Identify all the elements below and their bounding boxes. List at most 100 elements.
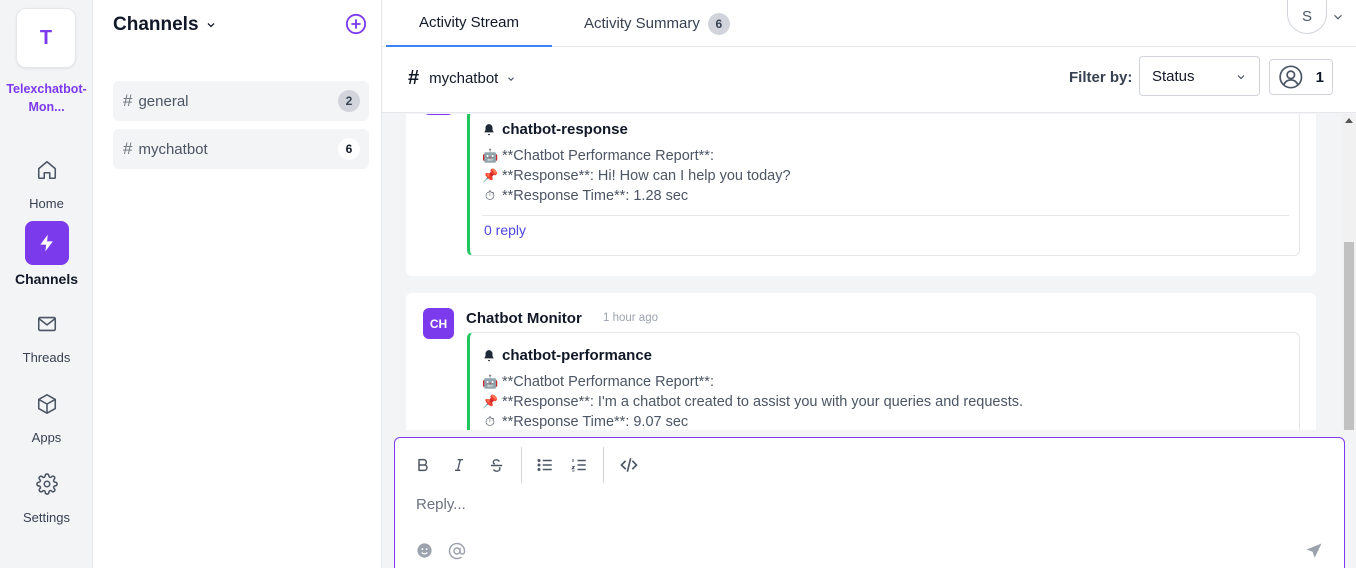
current-channel-name: mychatbot bbox=[429, 70, 499, 87]
emoji-icon[interactable] bbox=[416, 542, 433, 559]
main-panel: Activity Stream Activity Summary 6 S # m… bbox=[382, 0, 1356, 568]
rail-label-apps: Apps bbox=[31, 430, 62, 445]
hash-icon: # bbox=[123, 91, 133, 110]
reply-input[interactable] bbox=[416, 496, 1296, 513]
user-avatar[interactable]: S bbox=[1287, 0, 1327, 34]
author-avatar[interactable]: CH bbox=[423, 308, 454, 339]
workspace-avatar[interactable]: T bbox=[16, 8, 76, 68]
author-avatar bbox=[423, 114, 454, 115]
tab-bar: Activity Stream Activity Summary 6 S bbox=[382, 0, 1356, 47]
message-title-text: chatbot-performance bbox=[502, 347, 653, 364]
code-button[interactable] bbox=[618, 454, 640, 476]
message-title: chatbot-response bbox=[482, 121, 628, 138]
hash-icon: # bbox=[123, 139, 133, 158]
rail-item-settings[interactable]: Settings bbox=[0, 462, 93, 525]
feed-scrollbar[interactable] bbox=[1342, 114, 1356, 430]
unread-count-badge: 2 bbox=[338, 90, 360, 112]
channels-header[interactable]: Channels bbox=[113, 14, 217, 36]
message-line: 🤖 **Chatbot Performance Report**: bbox=[482, 374, 714, 390]
message-timestamp: 1 hour ago bbox=[603, 312, 658, 324]
filter-value: Status bbox=[1152, 67, 1195, 85]
rail-item-apps[interactable]: Apps bbox=[0, 382, 93, 445]
tab-activity-summary[interactable]: Activity Summary 6 bbox=[584, 0, 730, 47]
channel-item-mychatbot[interactable]: # mychatbot 6 bbox=[113, 129, 369, 169]
tab-activity-stream[interactable]: Activity Stream bbox=[386, 0, 552, 47]
unread-count-badge: 6 bbox=[338, 138, 360, 160]
lightning-icon bbox=[24, 221, 69, 265]
mention-icon[interactable] bbox=[448, 542, 466, 560]
channel-item-general[interactable]: # general 2 bbox=[113, 81, 369, 121]
hash-icon: # bbox=[408, 67, 420, 89]
tab-label: Activity Stream bbox=[418, 14, 520, 31]
member-count: 1 bbox=[1315, 68, 1324, 86]
robot-icon: 🤖 bbox=[482, 374, 499, 389]
numbered-list-icon bbox=[571, 459, 586, 472]
workspace-name[interactable]: Telexchatbot-Mon... bbox=[0, 80, 93, 116]
scrollbar-thumb[interactable] bbox=[1344, 242, 1354, 430]
left-rail: T Telexchatbot-Mon... Home Channels Thre… bbox=[0, 0, 93, 568]
reply-count-link[interactable]: 0 reply bbox=[484, 222, 526, 238]
divider bbox=[482, 215, 1289, 216]
bell-icon bbox=[484, 349, 494, 361]
message-line: 📌 **Response**: Hi! How can I help you t… bbox=[482, 168, 791, 184]
message-text: **Response Time**: 1.28 sec bbox=[502, 188, 689, 204]
workspace-initial: T bbox=[39, 26, 53, 49]
toolbar-divider bbox=[521, 447, 522, 483]
italic-button[interactable] bbox=[448, 454, 470, 476]
message-line: ⏱ **Response Time**: 9.07 sec bbox=[482, 414, 688, 430]
author-name[interactable]: Chatbot Monitor bbox=[466, 310, 582, 327]
rail-label-threads: Threads bbox=[22, 350, 71, 365]
send-icon[interactable] bbox=[1305, 542, 1323, 560]
channel-selector[interactable]: # mychatbot bbox=[408, 67, 516, 90]
chevron-down-icon[interactable] bbox=[1331, 10, 1345, 24]
strikethrough-button[interactable] bbox=[485, 454, 507, 476]
stopwatch-icon: ⏱ bbox=[484, 188, 496, 203]
summary-count-badge: 6 bbox=[707, 12, 730, 35]
user-initial: S bbox=[1301, 8, 1312, 25]
channels-title: Channels bbox=[113, 14, 199, 35]
numbered-list-button[interactable] bbox=[568, 454, 590, 476]
stopwatch-icon: ⏱ bbox=[484, 414, 496, 429]
activity-card: CH Chatbot Monitor 1 hour ago chatbot-pe… bbox=[406, 293, 1316, 430]
add-channel-icon[interactable] bbox=[345, 13, 367, 35]
message-text: **Chatbot Performance Report**: bbox=[502, 148, 714, 164]
strikethrough-icon bbox=[490, 458, 502, 472]
rail-label-channels: Channels bbox=[14, 271, 78, 287]
members-button[interactable]: 1 bbox=[1269, 59, 1333, 95]
mail-icon bbox=[25, 302, 69, 346]
message-line: ⏱ **Response Time**: 1.28 sec bbox=[482, 188, 688, 204]
reply-editor bbox=[394, 437, 1345, 568]
channel-name: mychatbot bbox=[138, 140, 208, 158]
message-box: chatbot-performance 🤖 **Chatbot Performa… bbox=[467, 332, 1300, 430]
rail-item-channels[interactable]: Channels bbox=[0, 221, 93, 287]
pushpin-icon: 📌 bbox=[482, 394, 499, 409]
rail-item-home[interactable]: Home bbox=[0, 148, 93, 211]
toolbar-divider bbox=[603, 447, 604, 483]
message-title: chatbot-performance bbox=[482, 347, 652, 364]
scroll-up-arrow-icon[interactable] bbox=[1345, 118, 1353, 123]
filter-label: Filter by: bbox=[1069, 69, 1133, 86]
bullet-list-button[interactable] bbox=[534, 454, 556, 476]
bold-button[interactable] bbox=[412, 454, 434, 476]
status-filter-select[interactable]: Status bbox=[1139, 56, 1260, 96]
channels-sidebar: Channels # general 2 # mychatbot 6 bbox=[93, 0, 382, 568]
chevron-down-icon bbox=[1237, 75, 1245, 80]
message-line: 📌 **Response**: I'm a chatbot created to… bbox=[482, 394, 1023, 410]
rail-item-threads[interactable]: Threads bbox=[0, 302, 93, 365]
message-text: **Response**: I'm a chatbot created to a… bbox=[502, 394, 1024, 410]
message-box: chatbot-response 🤖 **Chatbot Performance… bbox=[467, 114, 1300, 256]
bold-icon bbox=[418, 458, 428, 472]
robot-icon: 🤖 bbox=[482, 148, 499, 163]
message-text: **Response Time**: 9.07 sec bbox=[502, 414, 689, 430]
gear-icon bbox=[25, 462, 69, 506]
activity-feed: chatbot-response 🤖 **Chatbot Performance… bbox=[382, 114, 1342, 430]
activity-card: chatbot-response 🤖 **Chatbot Performance… bbox=[406, 114, 1316, 276]
bullet-list-icon bbox=[537, 459, 552, 471]
user-circle-icon bbox=[1279, 65, 1303, 89]
channel-toolbar: # mychatbot Filter by: Status 1 bbox=[382, 47, 1356, 113]
chevron-down-icon bbox=[207, 23, 214, 28]
message-text: **Response**: Hi! How can I help you tod… bbox=[502, 168, 791, 184]
bell-icon bbox=[484, 123, 494, 135]
chevron-down-icon bbox=[508, 76, 515, 81]
message-line: 🤖 **Chatbot Performance Report**: bbox=[482, 148, 714, 164]
